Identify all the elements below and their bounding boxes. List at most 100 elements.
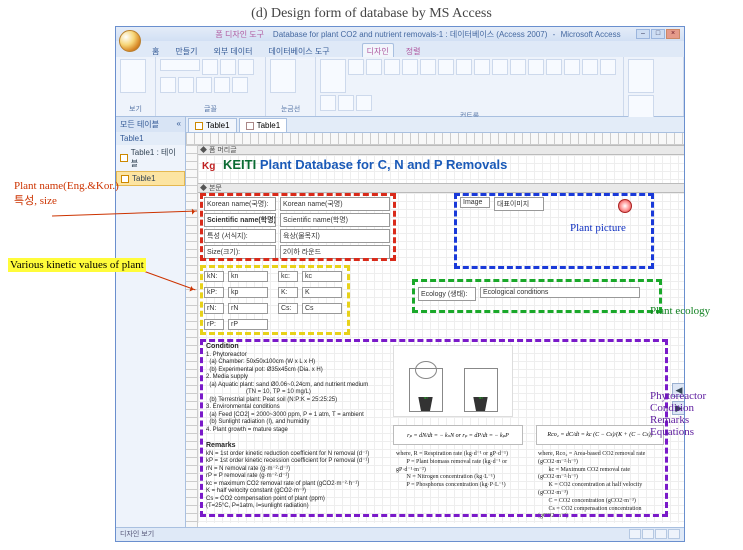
ribbon-control-5[interactable] (420, 59, 436, 75)
ribbon-align-center[interactable] (178, 77, 194, 93)
equation-np[interactable]: rₚ = dN/dt = − kₙN or rₚ = dP/dt = − kₚP (393, 425, 523, 445)
vertical-ruler (186, 145, 198, 527)
ribbon-underline[interactable] (238, 59, 254, 75)
ribbon: 보기 글꼴 눈금선 (116, 57, 684, 117)
ribbon-tab-design[interactable]: 디자인 (362, 43, 394, 57)
field-rp[interactable]: rP (228, 319, 268, 330)
ribbon-view-button[interactable] (120, 59, 146, 93)
ribbon-control-3[interactable] (384, 59, 400, 75)
figure-caption: (d) Design form of database by MS Access (0, 0, 743, 26)
ribbon-control-12[interactable] (546, 59, 562, 75)
condition-block[interactable]: Condition 1. Phytoreactor (a) Chamber: 5… (206, 343, 386, 511)
table-icon (120, 154, 128, 162)
label-kn[interactable]: kN: (204, 271, 224, 282)
equation-co2[interactable]: Rco₂ = dC/dt = kc (C − Cs)/(K + (C − Cs)… (536, 425, 664, 445)
form-design-canvas[interactable]: ◆ 폼 머리글 Kg KEITI Plant Database for C, N… (186, 133, 684, 527)
navpane-collapse-icon[interactable]: « (177, 119, 181, 130)
ribbon-control-16[interactable] (320, 95, 336, 111)
label-kc[interactable]: kc: (278, 271, 298, 282)
label-rp[interactable]: rP: (204, 319, 224, 330)
label-characteristic[interactable]: 특성 (서식지): (204, 229, 276, 243)
navpane-header[interactable]: 모든 테이블 (120, 119, 159, 130)
office-button[interactable] (119, 30, 141, 52)
field-image[interactable]: 대표이미지 (494, 197, 544, 211)
field-kn[interactable]: kn (228, 271, 268, 282)
phytoreactor-diagram[interactable] (393, 345, 513, 417)
field-kp[interactable]: kp (228, 287, 268, 298)
field-characteristic[interactable]: 육상(물목지) (280, 229, 390, 243)
ribbon-control-4[interactable] (402, 59, 418, 75)
ribbon-align-right[interactable] (196, 77, 212, 93)
ribbon-tab-create[interactable]: 만들기 (171, 44, 201, 57)
ribbon-bold[interactable] (202, 59, 218, 75)
ribbon-tab-home[interactable]: 홈 (148, 44, 163, 57)
ribbon-control-13[interactable] (564, 59, 580, 75)
doc-tab-table1-form[interactable]: Table1 (239, 118, 288, 132)
form-icon (121, 175, 129, 183)
field-size[interactable]: 2이하 라운드 (280, 245, 390, 259)
label-image[interactable]: Image (460, 197, 490, 208)
ribbon-tab-dbtools[interactable]: 데이터베이스 도구 (265, 44, 334, 57)
ribbon-tab-external[interactable]: 외부 데이터 (209, 44, 256, 57)
ribbon-font-color[interactable] (214, 77, 230, 93)
ribbon-align-left[interactable] (160, 77, 176, 93)
ribbon-control-18[interactable] (356, 95, 372, 111)
ribbon-control-6[interactable] (438, 59, 454, 75)
ribbon-add-fields[interactable] (628, 59, 654, 93)
ribbon-control-10[interactable] (510, 59, 526, 75)
ribbon-italic[interactable] (220, 59, 236, 75)
view-form-button[interactable] (629, 529, 641, 539)
window-close[interactable]: × (666, 29, 680, 39)
window-minimize[interactable]: – (636, 29, 650, 39)
label-rn[interactable]: rN: (204, 303, 224, 314)
ribbon-control-15[interactable] (600, 59, 616, 75)
ribbon-control-11[interactable] (528, 59, 544, 75)
ribbon-control-9[interactable] (492, 59, 508, 75)
field-scientific-name[interactable]: Scientific name(학명) (280, 213, 390, 227)
window-maximize[interactable]: □ (651, 29, 665, 39)
field-K[interactable]: K (302, 287, 342, 298)
label-K[interactable]: K: (278, 287, 298, 298)
label-scientific-name[interactable]: Scientific name(학명): (204, 213, 276, 227)
annotation-kinetic: Various kinetic values of plant (8, 259, 146, 271)
view-datasheet-button[interactable] (642, 529, 654, 539)
section-form-header[interactable]: ◆ 폼 머리글 (186, 145, 684, 155)
ribbon-control-7[interactable] (456, 59, 472, 75)
equation-legend-right: where, Rco₂ = Area-based CO2 removal rat… (538, 451, 668, 521)
ribbon-group-grid: 눈금선 (270, 104, 311, 114)
ribbon-tab-strip: 홈 만들기 외부 데이터 데이터베이스 도구 디자인 정렬 (116, 41, 684, 57)
ribbon-font-family[interactable] (160, 59, 200, 71)
label-korean-name[interactable]: Korean name(국명): (204, 197, 276, 211)
label-size[interactable]: Size(크기): (204, 245, 276, 259)
ribbon-control-14[interactable] (582, 59, 598, 75)
ribbon-control-17[interactable] (338, 95, 354, 111)
horizontal-ruler (186, 133, 684, 145)
ribbon-tab-arrange[interactable]: 정렬 (402, 44, 425, 57)
document-tab-strip: Table1 Table1 (186, 117, 684, 133)
status-bar: 디자인 보기 (116, 527, 684, 541)
ribbon-control-1[interactable] (348, 59, 364, 75)
ribbon-control-8[interactable] (474, 59, 490, 75)
label-ecology[interactable]: Ecology (생태): (418, 287, 476, 301)
navpane-item-table[interactable]: Table1 : 테이블 (116, 145, 185, 171)
field-cs[interactable]: Cs (302, 303, 342, 314)
navigation-pane[interactable]: 모든 테이블 « Table1 Table1 : 테이블 Table1 (116, 117, 186, 527)
ribbon-fill-color[interactable] (232, 77, 248, 93)
equation-legend-left: where, R = Respiration rate (kg·d⁻¹ or g… (396, 451, 526, 490)
field-kc[interactable]: kc (302, 271, 342, 282)
navpane-item-form[interactable]: Table1 (116, 171, 185, 186)
close-record-button[interactable] (618, 199, 632, 213)
field-ecology[interactable]: Ecological conditions (480, 287, 640, 298)
navpane-group[interactable]: Table1 (116, 132, 185, 145)
section-detail[interactable]: ◆ 본문 (186, 183, 684, 193)
field-korean-name[interactable]: Korean name(국명) (280, 197, 390, 211)
view-layout-button[interactable] (655, 529, 667, 539)
view-design-button[interactable] (668, 529, 680, 539)
label-cs[interactable]: Cs: (278, 303, 298, 314)
ribbon-control-2[interactable] (366, 59, 382, 75)
ribbon-gridlines[interactable] (270, 59, 296, 93)
label-kp[interactable]: kP: (204, 287, 224, 298)
doc-tab-table1-datasheet[interactable]: Table1 (188, 118, 237, 132)
field-rn[interactable]: rN (228, 303, 268, 314)
ribbon-logo[interactable] (320, 59, 346, 93)
